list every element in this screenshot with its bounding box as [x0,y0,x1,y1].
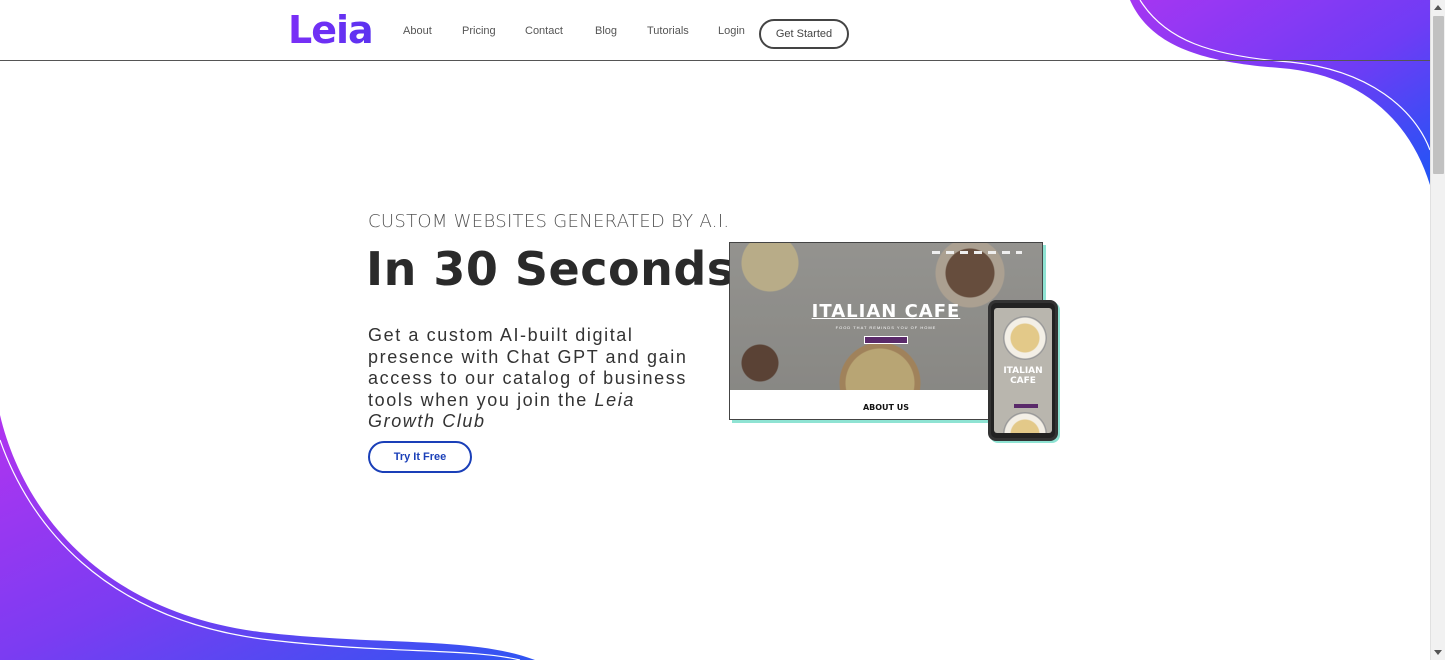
try-it-free-button[interactable]: Try It Free [368,441,472,473]
mockup-button [864,336,908,344]
hero-description-text: Get a custom AI-built digital presence w… [368,325,688,410]
scrollbar[interactable] [1430,0,1445,660]
phone-food-image [1003,316,1047,360]
nav-pricing[interactable]: Pricing [462,25,496,37]
phone-button [1014,404,1038,408]
hero-eyebrow: CUSTOM WEBSITES GENERATED BY A.I. [368,211,730,232]
phone-title: ITALIAN CAFE [1003,366,1043,386]
scroll-up-arrow-icon[interactable] [1434,5,1442,10]
scroll-thumb[interactable] [1433,16,1444,174]
page: Leia About Pricing Contact Blog Tutorial… [0,0,1445,660]
mockup-subtitle: FOOD THAT REMINDS YOU OF HOME [835,325,937,330]
get-started-button[interactable]: Get Started [759,19,849,49]
phone-food-image-2 [1003,412,1047,433]
logo[interactable]: Leia [288,8,374,52]
mockup-nav [932,251,1022,254]
nav-contact[interactable]: Contact [525,25,563,37]
nav-blog[interactable]: Blog [595,25,617,37]
nav-tutorials[interactable]: Tutorials [647,25,689,37]
nav-about[interactable]: About [403,25,432,37]
nav-login[interactable]: Login [718,25,745,37]
scroll-down-arrow-icon[interactable] [1434,650,1442,655]
hero-title: In 30 Seconds [366,242,735,296]
hero-description: Get a custom AI-built digital presence w… [368,325,708,433]
background-shapes [0,0,1431,660]
mockup-title: ITALIAN CAFE [811,301,961,322]
site-header: Leia About Pricing Contact Blog Tutorial… [0,0,1430,61]
